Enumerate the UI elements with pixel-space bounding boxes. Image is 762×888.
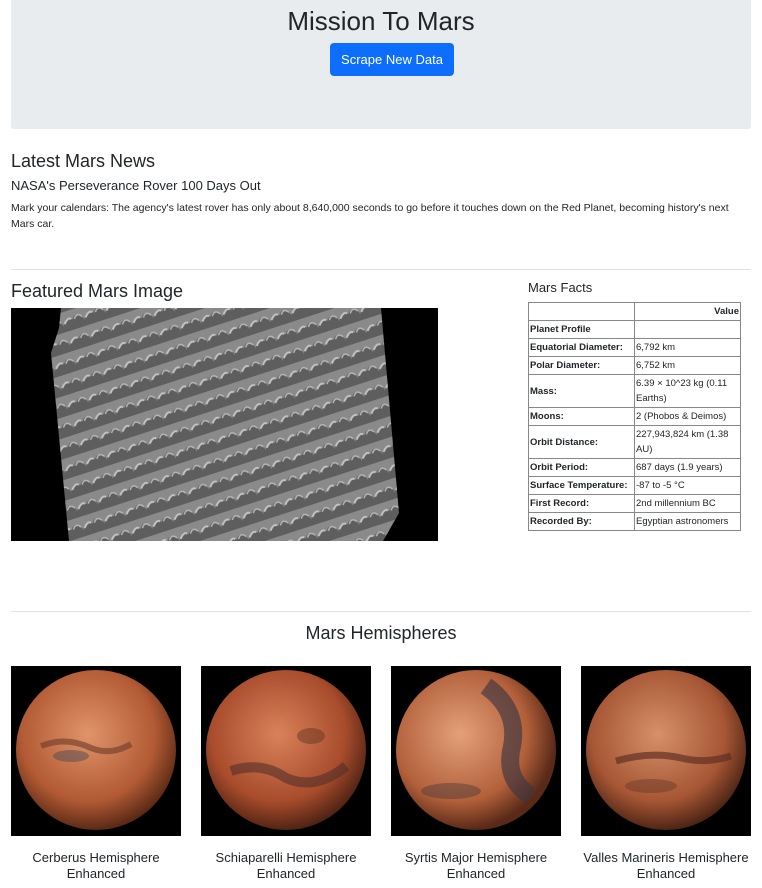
mars-facts-table: Value Planet Profile Equatorial Diameter… bbox=[528, 302, 741, 531]
hemisphere-card[interactable]: Valles Marineris Hemisphere Enhanced bbox=[581, 666, 751, 882]
table-row: Orbit Distance: 227,943,824 km (1.38 AU) bbox=[528, 425, 741, 459]
table-row: Moons: 2 (Phobos & Deimos) bbox=[528, 407, 741, 426]
divider bbox=[11, 269, 751, 270]
fact-value: -87 to -5 °C bbox=[634, 476, 741, 495]
table-row: Orbit Period: 687 days (1.9 years) bbox=[528, 458, 741, 477]
fact-value: 6,752 km bbox=[634, 356, 741, 375]
fact-label: Orbit Distance: bbox=[528, 425, 635, 459]
fact-value: 687 days (1.9 years) bbox=[634, 458, 741, 477]
fact-value: 6.39 × 10^23 kg (0.11 Earths) bbox=[634, 374, 741, 408]
news-headline: NASA's Perseverance Rover 100 Days Out bbox=[11, 178, 261, 193]
table-row: Recorded By: Egyptian astronomers bbox=[528, 512, 741, 531]
table-row: Planet Profile bbox=[528, 320, 741, 339]
featured-mars-image bbox=[11, 308, 438, 541]
fact-label: Orbit Period: bbox=[528, 458, 635, 477]
hemisphere-title[interactable]: Schiaparelli Hemisphere Enhanced bbox=[201, 850, 371, 882]
hemisphere-image[interactable] bbox=[11, 666, 181, 836]
fact-label: Equatorial Diameter: bbox=[528, 338, 635, 357]
fact-label: Recorded By: bbox=[528, 512, 635, 531]
jumbotron-header: Mission To Mars Scrape New Data bbox=[11, 0, 751, 129]
news-section-title: Latest Mars News bbox=[11, 151, 156, 171]
hemispheres-section-title: Mars Hemispheres bbox=[305, 623, 457, 643]
scrape-button[interactable]: Scrape New Data bbox=[330, 43, 454, 76]
hemisphere-card[interactable]: Syrtis Major Hemisphere Enhanced bbox=[391, 666, 561, 882]
fact-value: 2 (Phobos & Deimos) bbox=[634, 407, 741, 426]
featured-section-title: Featured Mars Image bbox=[11, 281, 184, 301]
fact-label: First Record: bbox=[528, 494, 635, 513]
facts-section-title: Mars Facts bbox=[528, 280, 593, 295]
fact-value: 227,943,824 km (1.38 AU) bbox=[634, 425, 741, 459]
table-header-value: Value bbox=[634, 302, 741, 321]
table-header-row: Value bbox=[528, 302, 741, 321]
table-header-cell bbox=[528, 302, 635, 321]
hemisphere-title[interactable]: Syrtis Major Hemisphere Enhanced bbox=[391, 850, 561, 882]
table-row: Mass: 6.39 × 10^23 kg (0.11 Earths) bbox=[528, 374, 741, 408]
table-row: Equatorial Diameter: 6,792 km bbox=[528, 338, 741, 357]
hemisphere-image[interactable] bbox=[201, 666, 371, 836]
hemisphere-title[interactable]: Valles Marineris Hemisphere Enhanced bbox=[581, 850, 751, 882]
fact-label: Moons: bbox=[528, 407, 635, 426]
hemisphere-card[interactable]: Schiaparelli Hemisphere Enhanced bbox=[201, 666, 371, 882]
table-row: First Record: 2nd millennium BC bbox=[528, 494, 741, 513]
fact-label: Polar Diameter: bbox=[528, 356, 635, 375]
fact-value: 6,792 km bbox=[634, 338, 741, 357]
fact-label: Planet Profile bbox=[528, 320, 635, 339]
hemisphere-image[interactable] bbox=[391, 666, 561, 836]
hemisphere-image[interactable] bbox=[581, 666, 751, 836]
hemisphere-card[interactable]: Cerberus Hemisphere Enhanced bbox=[11, 666, 181, 882]
fact-value: Egyptian astronomers bbox=[634, 512, 741, 531]
page-title: Mission To Mars bbox=[287, 6, 475, 36]
table-row: Surface Temperature: -87 to -5 °C bbox=[528, 476, 741, 495]
fact-label: Surface Temperature: bbox=[528, 476, 635, 495]
fact-value bbox=[634, 320, 741, 339]
hemisphere-title[interactable]: Cerberus Hemisphere Enhanced bbox=[11, 850, 181, 882]
fact-label: Mass: bbox=[528, 374, 635, 408]
table-row: Polar Diameter: 6,752 km bbox=[528, 356, 741, 375]
divider bbox=[11, 611, 751, 612]
news-paragraph: Mark your calendars: The agency's latest… bbox=[11, 202, 729, 230]
fact-value: 2nd millennium BC bbox=[634, 494, 741, 513]
